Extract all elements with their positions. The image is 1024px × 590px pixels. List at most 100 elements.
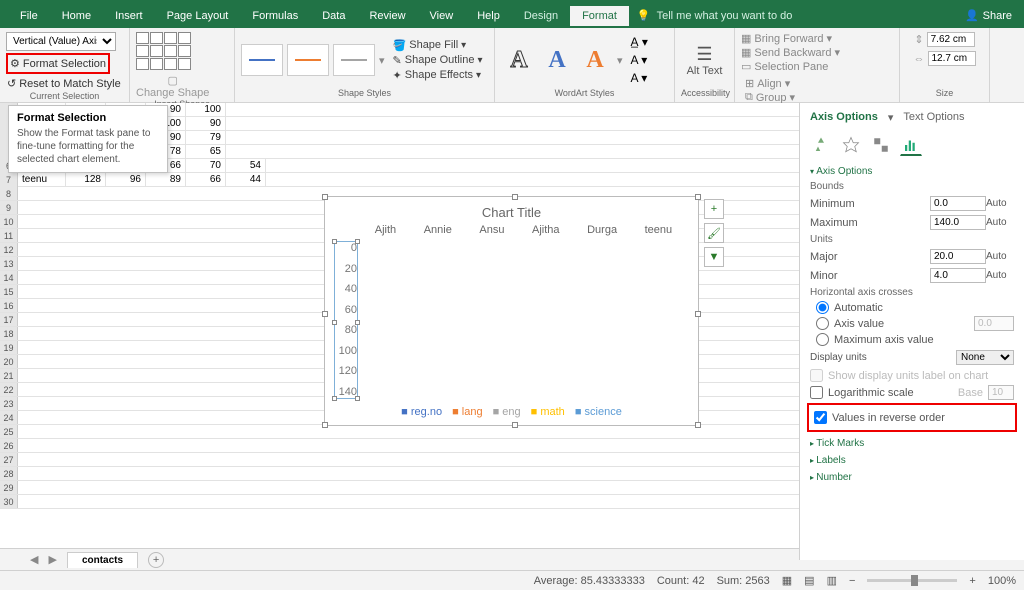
size-props-icon[interactable] [870, 134, 892, 156]
sheet-tab-contacts[interactable]: contacts [67, 552, 138, 568]
view-layout-icon[interactable]: ▤ [804, 574, 814, 587]
bring-forward-button[interactable]: ▦Bring Forward ▾ [741, 32, 840, 45]
chart-elements-button[interactable]: + [704, 199, 724, 219]
minor-auto[interactable]: Auto [986, 270, 1014, 281]
major-input[interactable] [930, 249, 986, 264]
group-current-selection: Current Selection [6, 91, 123, 101]
width-icon: ⇔ [914, 53, 925, 65]
group-size: Size [906, 88, 983, 98]
radio-axis-value[interactable]: Axis value [816, 316, 1014, 331]
tab-view[interactable]: View [418, 6, 466, 26]
max-label: Maximum [810, 217, 930, 229]
effects-icon: ✦ [393, 69, 402, 82]
bring-forward-icon: ▦ [741, 32, 751, 45]
add-sheet-button[interactable]: + [148, 552, 164, 568]
group-accessibility: Accessibility [681, 88, 728, 98]
tab-nav-next-icon[interactable]: ▶ [48, 553, 56, 566]
format-selection-tooltip: Format Selection Show the Format task pa… [8, 105, 168, 173]
format-selection-label: Format Selection [23, 58, 106, 70]
major-label: Major [810, 251, 930, 263]
alt-text-icon: ☰ [696, 44, 712, 65]
align-button[interactable]: ⊞Align ▾ [745, 77, 798, 90]
section-labels[interactable]: Labels [810, 455, 1014, 466]
share-button[interactable]: 👤 Share [965, 9, 1012, 22]
bounds-label: Bounds [810, 181, 1014, 192]
axis-options-icon[interactable] [900, 134, 922, 156]
wordart-gallery[interactable]: A A A [501, 40, 613, 80]
fill-line-icon[interactable] [810, 134, 832, 156]
tab-file[interactable]: File [8, 6, 50, 26]
selection-pane-button[interactable]: ▭Selection Pane [741, 60, 840, 73]
send-backward-button[interactable]: ▦Send Backward ▾ [741, 46, 840, 59]
text-outline-icon[interactable]: A ▾ [631, 53, 648, 67]
view-normal-icon[interactable]: ▦ [782, 574, 792, 587]
radio-max-axis[interactable]: Maximum axis value [816, 333, 1014, 346]
reverse-order-check[interactable]: Values in reverse order [814, 411, 1010, 424]
wordart-more-icon[interactable]: ▾ [617, 54, 623, 67]
group-shape-styles: Shape Styles [241, 88, 488, 98]
min-auto[interactable]: Auto [986, 198, 1014, 209]
shape-outline-button[interactable]: ✎Shape Outline ▾ [393, 54, 483, 67]
ribbon: Vertical (Value) Axis ⚙ Format Selection… [0, 28, 1024, 103]
statusbar: Average: 85.43333333 Count: 42 Sum: 2563… [0, 570, 1024, 590]
zoom-out-icon[interactable]: − [849, 575, 855, 587]
tab-help[interactable]: Help [465, 6, 512, 26]
shape-fill-button[interactable]: 🪣Shape Fill ▾ [393, 39, 483, 52]
major-auto[interactable]: Auto [986, 251, 1014, 262]
zoom-level[interactable]: 100% [988, 575, 1016, 587]
shape-style-gallery[interactable] [241, 44, 375, 76]
shape-gallery[interactable] [136, 32, 191, 70]
sb-average: Average: 85.43333333 [534, 575, 645, 587]
selection-pane-icon: ▭ [741, 60, 751, 73]
chart-y-axis[interactable]: 020406080100120140 [334, 241, 358, 399]
section-tick-marks[interactable]: Tick Marks [810, 438, 1014, 449]
tab-design[interactable]: Design [512, 6, 570, 26]
reset-match-style-button[interactable]: ↺ Reset to Match Style [6, 76, 122, 91]
gallery-more-icon[interactable]: ▾ [379, 54, 385, 67]
tab-format[interactable]: Format [570, 6, 629, 26]
tab-page-layout[interactable]: Page Layout [155, 6, 241, 26]
max-input[interactable] [930, 215, 986, 230]
chart-x-labels: AjithAnnieAnsuAjithaDurgateenu [361, 224, 686, 236]
chart-filters-button[interactable]: ▼ [704, 247, 724, 267]
embedded-chart[interactable]: + 🖌 ▼ Chart Title AjithAnnieAnsuAjithaDu… [324, 196, 699, 426]
minor-input[interactable] [930, 268, 986, 283]
effects-icon-tp[interactable] [840, 134, 862, 156]
ribbon-tabs: File Home Insert Page Layout Formulas Da… [0, 3, 1024, 28]
height-input[interactable]: ⇕ [914, 32, 974, 47]
change-shape-label: Change Shape [136, 87, 209, 99]
chart-styles-button[interactable]: 🖌 [704, 223, 724, 243]
log-scale-check[interactable]: Logarithmic scaleBase [810, 385, 1014, 400]
format-selection-button[interactable]: ⚙ Format Selection [9, 56, 107, 71]
tab-nav-prev-icon[interactable]: ◀ [30, 553, 38, 566]
axis-options-tab[interactable]: Axis Options [810, 111, 878, 124]
tab-data[interactable]: Data [310, 6, 357, 26]
chart-legend[interactable]: reg.nolangengmathscience [325, 406, 698, 418]
max-auto[interactable]: Auto [986, 217, 1014, 228]
tab-home[interactable]: Home [50, 6, 103, 26]
tab-formulas[interactable]: Formulas [240, 6, 310, 26]
tab-insert[interactable]: Insert [103, 6, 155, 26]
width-input[interactable]: ⇔ [914, 51, 976, 66]
format-selection-icon: ⚙ [10, 57, 20, 70]
chart-element-dropdown[interactable]: Vertical (Value) Axis [6, 32, 116, 51]
text-options-tab[interactable]: Text Options [903, 111, 964, 124]
min-input[interactable] [930, 196, 986, 211]
chart-title[interactable]: Chart Title [325, 205, 698, 220]
tab-review[interactable]: Review [357, 6, 417, 26]
tell-me-search[interactable]: 💡 Tell me what you want to do [637, 9, 792, 22]
section-number[interactable]: Number [810, 472, 1014, 483]
format-axis-pane: Axis Options ▾ Text Options Axis Options… [799, 103, 1024, 560]
hz-crosses-label: Horizontal axis crosses [810, 287, 1014, 298]
zoom-slider[interactable] [867, 579, 957, 582]
display-units-select[interactable]: None [956, 350, 1014, 365]
radio-automatic[interactable]: Automatic [816, 301, 1014, 314]
alt-text-button[interactable]: ☰ Alt Text [687, 44, 723, 77]
text-fill-icon[interactable]: A̲ ▾ [631, 35, 648, 49]
view-break-icon[interactable]: ▥ [827, 574, 837, 587]
share-label: Share [983, 10, 1012, 22]
shape-effects-button[interactable]: ✦Shape Effects ▾ [393, 69, 483, 82]
text-effects-icon[interactable]: A ▾ [631, 71, 648, 85]
section-axis-options[interactable]: Axis Options [810, 166, 1014, 177]
zoom-in-icon[interactable]: + [969, 575, 975, 587]
